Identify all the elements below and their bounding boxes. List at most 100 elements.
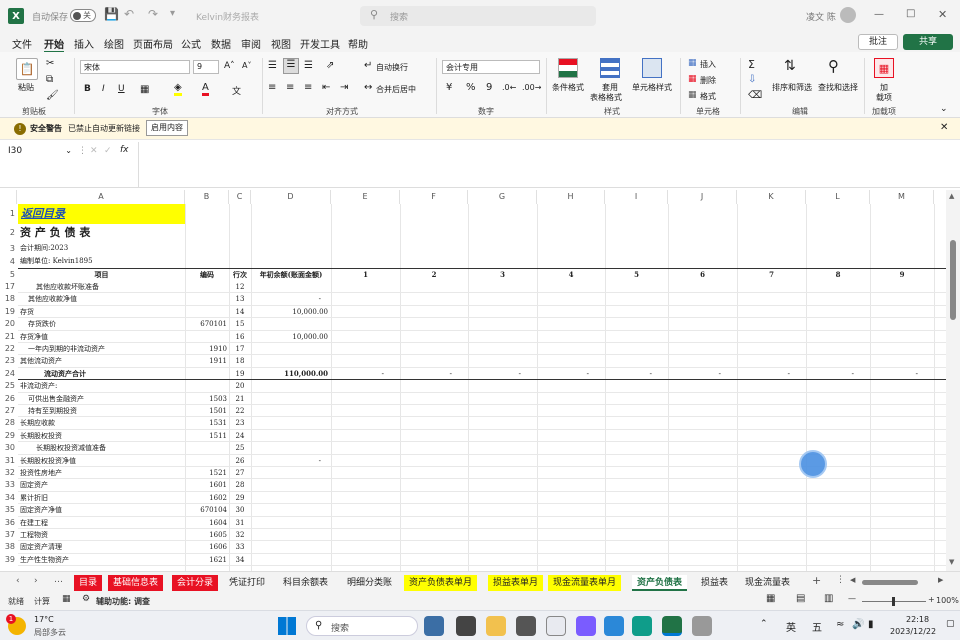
search-box[interactable]: ⚲ 搜索 bbox=[360, 6, 596, 26]
format-cells-button[interactable]: 格式 bbox=[700, 91, 716, 102]
column-header[interactable]: G bbox=[468, 190, 537, 204]
orientation-icon[interactable]: ⇗ bbox=[326, 60, 334, 71]
page-layout-view-icon[interactable]: ▤ bbox=[796, 593, 805, 604]
menu-help[interactable]: 帮助 bbox=[348, 36, 368, 51]
format-table-button-2[interactable]: 表格格式 bbox=[590, 92, 622, 103]
menu-view[interactable]: 视图 bbox=[271, 36, 291, 51]
zoom-out-icon[interactable]: — bbox=[848, 594, 856, 603]
column-header[interactable]: M bbox=[870, 190, 934, 204]
code-cell[interactable]: 1521 bbox=[185, 467, 227, 479]
line-number-cell[interactable]: 25 bbox=[229, 442, 251, 454]
zoom-in-icon[interactable]: + bbox=[928, 595, 935, 604]
more-options-icon[interactable]: ⋮ bbox=[78, 146, 87, 156]
conditional-format-button[interactable]: 条件格式 bbox=[552, 82, 584, 93]
row-header[interactable]: 23 bbox=[0, 355, 17, 367]
code-cell[interactable]: 1606 bbox=[185, 541, 227, 553]
balance-cell[interactable]: - bbox=[251, 455, 331, 467]
wrap-text-button[interactable]: 自动换行 bbox=[376, 62, 408, 73]
cell-style-icon[interactable] bbox=[642, 58, 662, 78]
row-header[interactable]: 26 bbox=[0, 393, 17, 405]
balance-cell[interactable]: 110,000.00 bbox=[251, 368, 331, 380]
item-cell[interactable]: 在建工程 bbox=[20, 517, 180, 529]
item-cell[interactable]: 投资性房地产 bbox=[20, 467, 180, 479]
row-header[interactable]: 17 bbox=[0, 281, 17, 293]
sheet-tab[interactable]: 会计分录 bbox=[172, 575, 219, 591]
formula-input[interactable] bbox=[138, 142, 960, 188]
cell-style-button[interactable]: 单元格样式 bbox=[632, 82, 672, 93]
fill-color-icon[interactable]: ◈ bbox=[174, 82, 182, 96]
code-cell[interactable]: 670104 bbox=[185, 504, 227, 516]
item-cell[interactable]: 可供出售金融资产 bbox=[28, 393, 188, 405]
line-number-cell[interactable]: 14 bbox=[229, 306, 251, 318]
worksheet-grid[interactable]: ABCDEFGHIJKLM 1 2 3 4 5 返回目录资 产 负 债 表会计期间:202… bbox=[0, 190, 946, 571]
conditional-format-icon[interactable] bbox=[558, 58, 578, 78]
cut-icon[interactable]: ✂ bbox=[46, 58, 54, 69]
line-number-cell[interactable]: 17 bbox=[229, 343, 251, 355]
menu-draw[interactable]: 绘图 bbox=[104, 36, 124, 51]
item-cell[interactable]: 存货净值 bbox=[20, 331, 180, 343]
sheet-tab[interactable]: 明细分类账 bbox=[342, 575, 397, 591]
merge-center-button[interactable]: 合并后居中 bbox=[376, 84, 416, 95]
align-bottom-icon[interactable]: ☰ bbox=[304, 60, 313, 71]
row-header[interactable]: 36 bbox=[0, 517, 17, 529]
align-top-icon[interactable]: ☰ bbox=[268, 60, 277, 71]
row-header[interactable]: 37 bbox=[0, 529, 17, 541]
item-cell[interactable]: 长期股权投资减值准备 bbox=[36, 442, 196, 454]
line-number-cell[interactable]: 22 bbox=[229, 405, 251, 417]
code-cell[interactable]: 1911 bbox=[185, 355, 227, 367]
collapse-ribbon-icon[interactable]: ⌄ bbox=[940, 104, 948, 114]
line-number-cell[interactable]: 15 bbox=[229, 318, 251, 330]
column-header[interactable]: C bbox=[229, 190, 251, 204]
menu-home[interactable]: 开始 bbox=[44, 36, 64, 53]
item-cell[interactable]: 工程物资 bbox=[20, 529, 180, 541]
wifi-icon[interactable]: ≈ bbox=[836, 619, 844, 630]
app-icon-2[interactable] bbox=[546, 616, 566, 636]
fill-icon[interactable]: ⇩ bbox=[748, 74, 756, 85]
period-value-cell[interactable]: - bbox=[605, 368, 668, 380]
minimize-icon[interactable]: — bbox=[874, 9, 884, 20]
edge-icon[interactable] bbox=[632, 616, 652, 636]
zoom-level[interactable]: 100% bbox=[936, 596, 959, 605]
select-all-corner[interactable] bbox=[0, 190, 17, 204]
item-cell[interactable]: 流动资产合计 bbox=[44, 368, 204, 380]
menu-data[interactable]: 数据 bbox=[211, 36, 231, 51]
scroll-down-icon[interactable]: ▼ bbox=[949, 558, 954, 566]
row-header[interactable]: 25 bbox=[0, 380, 17, 392]
code-cell[interactable]: 1910 bbox=[185, 343, 227, 355]
close-warning-icon[interactable]: ✕ bbox=[940, 122, 948, 133]
delete-cells-icon[interactable]: ▦ bbox=[688, 74, 697, 84]
next-sheet-icon[interactable]: › bbox=[34, 576, 38, 586]
align-middle-icon[interactable]: ☰ bbox=[283, 58, 299, 74]
app-icon-5[interactable] bbox=[692, 616, 712, 636]
ime-icon-1[interactable]: 英 bbox=[786, 619, 796, 634]
sheet-tab[interactable]: 目录 bbox=[74, 575, 103, 591]
line-number-cell[interactable]: 27 bbox=[229, 467, 251, 479]
phonetic-icon[interactable]: 文 bbox=[232, 84, 241, 97]
number-format-select[interactable]: 会计专用 bbox=[442, 60, 540, 74]
zoom-thumb[interactable] bbox=[892, 597, 895, 606]
autosave-toggle[interactable]: 关 bbox=[70, 9, 96, 22]
sheet-tab[interactable]: 基础信息表 bbox=[108, 575, 164, 591]
normal-view-icon[interactable]: ▦ bbox=[766, 593, 775, 604]
macro-record-icon[interactable]: ▦ bbox=[62, 594, 71, 604]
row-header[interactable]: 19 bbox=[0, 306, 17, 318]
format-table-icon[interactable] bbox=[600, 58, 620, 78]
format-cells-icon[interactable]: ▦ bbox=[688, 90, 697, 100]
row-header[interactable]: 38 bbox=[0, 541, 17, 553]
column-header[interactable]: B bbox=[185, 190, 229, 204]
line-number-cell[interactable]: 30 bbox=[229, 504, 251, 516]
decrease-decimal-icon[interactable]: .00→ bbox=[522, 83, 541, 92]
menu-formulas[interactable]: 公式 bbox=[181, 36, 201, 51]
period-value-cell[interactable]: - bbox=[806, 368, 870, 380]
column-header[interactable]: A bbox=[18, 190, 185, 204]
zoom-slider[interactable] bbox=[862, 597, 926, 606]
increase-font-icon[interactable]: A˄ bbox=[224, 61, 235, 71]
prev-sheet-icon[interactable]: ‹ bbox=[16, 576, 20, 586]
item-cell[interactable]: 累计折旧 bbox=[20, 492, 180, 504]
line-number-cell[interactable]: 32 bbox=[229, 529, 251, 541]
row-header[interactable]: 18 bbox=[0, 293, 17, 305]
copy-icon[interactable]: ⧉ bbox=[46, 74, 53, 85]
menu-review[interactable]: 审阅 bbox=[241, 36, 261, 51]
line-number-cell[interactable]: 26 bbox=[229, 455, 251, 467]
item-cell[interactable]: 持有至到期投资 bbox=[28, 405, 188, 417]
